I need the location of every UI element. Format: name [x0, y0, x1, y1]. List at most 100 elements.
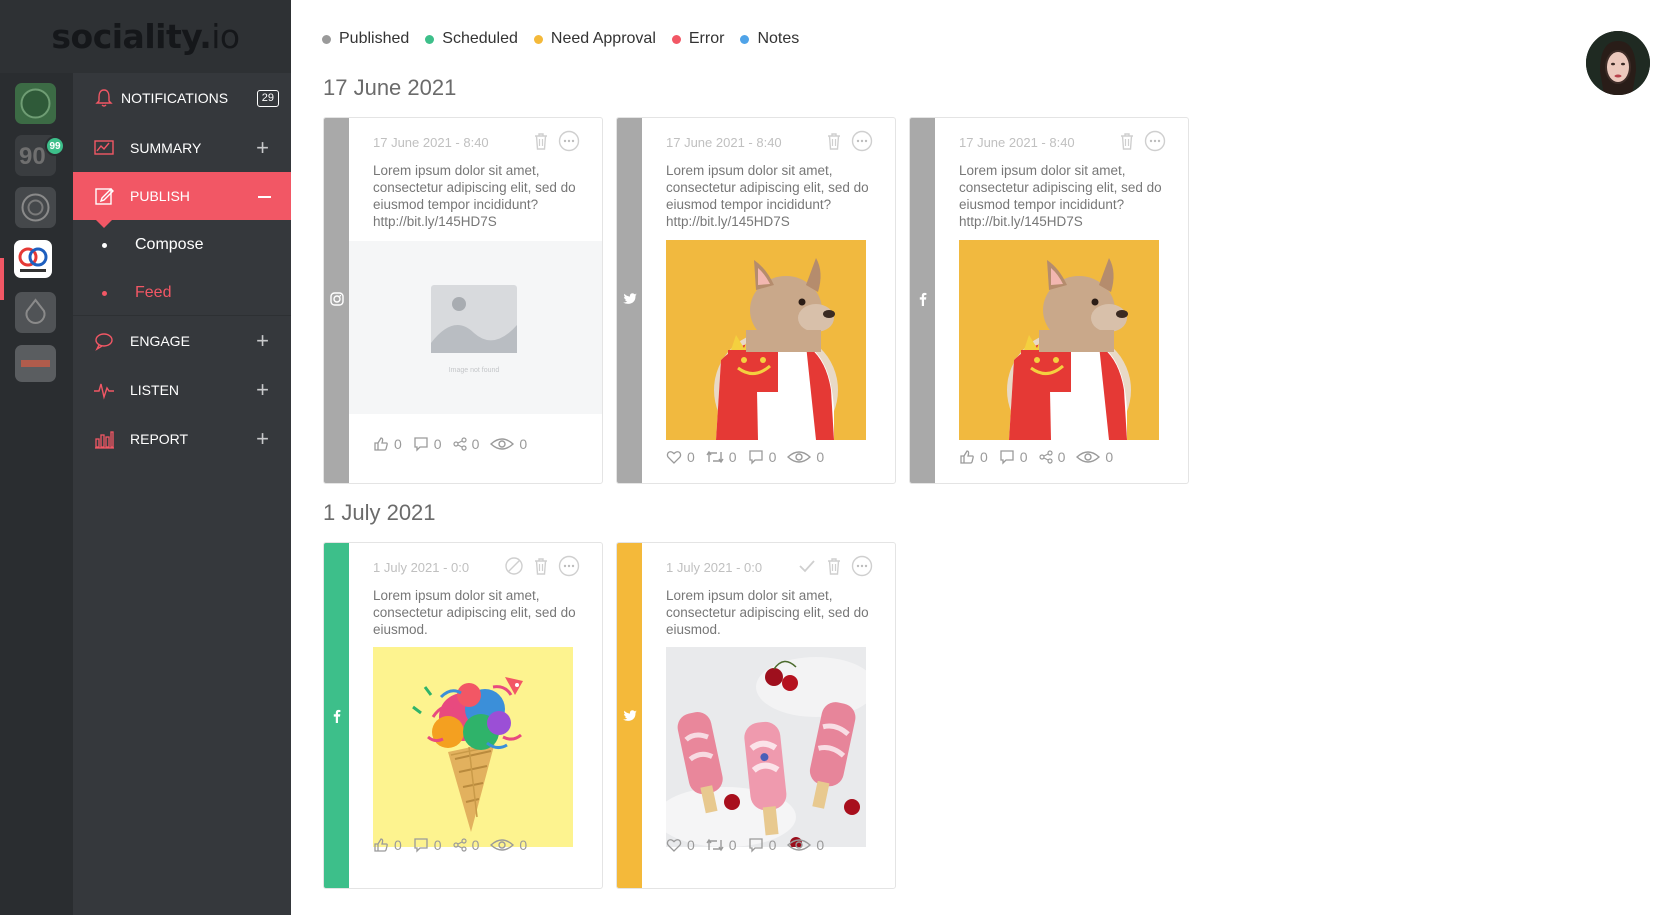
- expand-plus-icon[interactable]: +: [256, 135, 269, 161]
- legend-error[interactable]: Error: [671, 30, 725, 48]
- share-icon: [452, 838, 467, 852]
- comments-count: 0: [768, 837, 777, 853]
- comment-icon: [748, 450, 763, 465]
- trash-icon[interactable]: [825, 131, 843, 151]
- account-avatar-red-logo[interactable]: [15, 345, 56, 382]
- post-actions: [1118, 130, 1166, 152]
- menu-notifications[interactable]: NOTIFICATIONS 29: [73, 73, 291, 123]
- menu-report-label: REPORT: [130, 431, 189, 447]
- retweet-icon: [706, 838, 724, 852]
- cancel-schedule-icon[interactable]: [504, 556, 524, 576]
- bell-icon: [95, 89, 113, 107]
- menu-engage-label: ENGAGE: [130, 332, 190, 349]
- shares-count: 0: [471, 837, 480, 853]
- shares-count: 0: [1057, 449, 1066, 465]
- date-heading: 17 June 2021: [323, 75, 457, 100]
- brand-suffix: io: [211, 17, 240, 56]
- legend-notes[interactable]: Notes: [740, 30, 799, 48]
- menu-listen[interactable]: LISTEN +: [73, 365, 291, 415]
- user-avatar[interactable]: [1586, 31, 1650, 95]
- post-actions: [797, 555, 873, 577]
- post-card[interactable]: 1 July 2021 - 0:0 Lorem ipsum dolor sit …: [616, 542, 896, 889]
- dog-photo: [666, 240, 866, 440]
- comment-icon: [1000, 450, 1014, 465]
- heart-icon: [666, 839, 682, 852]
- menu-engage[interactable]: ENGAGE +: [73, 315, 291, 365]
- legend-scheduled[interactable]: Scheduled: [425, 30, 518, 48]
- collapse-minus-icon[interactable]: [258, 196, 271, 198]
- status-bar: [324, 118, 349, 483]
- submenu-bullet: [102, 290, 107, 296]
- post-text: Lorem ipsum dolor sit amet, consectetur …: [373, 588, 576, 637]
- trash-icon[interactable]: [532, 131, 550, 151]
- account-avatar-go-active[interactable]: [14, 240, 52, 278]
- post-image-confetti-cone[interactable]: [373, 647, 573, 847]
- expand-plus-icon[interactable]: +: [256, 328, 269, 354]
- menu-summary[interactable]: SUMMARY +: [73, 123, 291, 173]
- status-bar: [617, 118, 642, 483]
- bar-chart-icon: [95, 431, 114, 449]
- like-icon: [374, 437, 388, 451]
- legend-published[interactable]: Published: [322, 30, 409, 48]
- post-image-dog[interactable]: [959, 240, 1159, 440]
- legend-dot: [322, 34, 331, 44]
- post-card[interactable]: 17 June 2021 - 8:40 Lorem ipsum dolor si…: [323, 117, 603, 484]
- more-options-icon[interactable]: [1144, 130, 1166, 152]
- confetti-cone-photo: [373, 647, 573, 847]
- submenu-compose[interactable]: Compose: [73, 220, 291, 270]
- like-icon: [960, 450, 974, 464]
- twitter-icon: [623, 710, 637, 721]
- date-heading: 1 July 2021: [323, 500, 436, 525]
- post-actions: [825, 130, 873, 152]
- status-bar: [324, 543, 349, 888]
- post-card[interactable]: 17 June 2021 - 8:40 Lorem ipsum dolor si…: [909, 117, 1189, 484]
- post-text: Lorem ipsum dolor sit amet, consectetur …: [959, 163, 1162, 229]
- svg-text:90: 90: [19, 143, 46, 170]
- comments-count: 0: [1019, 449, 1028, 465]
- comments-count: 0: [768, 449, 777, 465]
- views-count: 0: [816, 837, 825, 853]
- post-image-dog[interactable]: [666, 240, 866, 440]
- post-stats: 0 0 0 0: [373, 837, 527, 853]
- views-eye-icon: [787, 451, 812, 463]
- image-not-found-placeholder: Image not found: [349, 241, 602, 414]
- legend-label: Error: [688, 30, 725, 47]
- post-actions: [532, 130, 580, 152]
- menu-publish[interactable]: PUBLISH: [73, 172, 291, 228]
- post-card[interactable]: 17 June 2021 - 8:40 Lorem ipsum dolor si…: [616, 117, 896, 484]
- submenu-feed[interactable]: Feed: [73, 268, 291, 318]
- menu-report[interactable]: REPORT +: [73, 414, 291, 464]
- more-options-icon[interactable]: [851, 130, 873, 152]
- summary-chart-icon: [94, 140, 114, 155]
- views-count: 0: [519, 436, 528, 452]
- more-options-icon[interactable]: [558, 130, 580, 152]
- trash-icon[interactable]: [1118, 131, 1136, 151]
- account-avatar-circle-logo[interactable]: [15, 187, 56, 228]
- approve-check-icon[interactable]: [797, 556, 817, 576]
- trash-icon[interactable]: [532, 556, 550, 576]
- post-image-popsicles[interactable]: [666, 647, 866, 847]
- trash-icon[interactable]: [825, 556, 843, 576]
- facebook-icon: [919, 292, 927, 306]
- legend-dot: [425, 34, 435, 44]
- share-icon: [1038, 450, 1053, 464]
- post-card[interactable]: 1 July 2021 - 0:0 Lorem ipsum dolor sit …: [323, 542, 603, 889]
- image-placeholder-icon: Image not found: [431, 285, 517, 374]
- post-time: 17 June 2021 - 8:40: [373, 135, 489, 150]
- expand-plus-icon[interactable]: +: [256, 426, 269, 452]
- active-account-marker: [0, 258, 4, 300]
- likes-count: 0: [394, 436, 402, 452]
- more-options-icon[interactable]: [558, 555, 580, 577]
- menu-summary-label: SUMMARY: [130, 140, 202, 156]
- account-avatar-drop-logo[interactable]: [15, 292, 56, 333]
- post-time: 17 June 2021 - 8:40: [959, 135, 1075, 150]
- legend-label: Need Approval: [550, 30, 656, 47]
- status-bar: [910, 118, 935, 483]
- views-eye-icon: [490, 438, 515, 450]
- expand-plus-icon[interactable]: +: [256, 377, 269, 403]
- brand-logo[interactable]: sociality. io: [0, 0, 291, 73]
- more-options-icon[interactable]: [851, 555, 873, 577]
- comment-icon: [414, 437, 428, 452]
- legend-need-approval[interactable]: Need Approval: [533, 30, 656, 48]
- account-avatar-green[interactable]: [15, 83, 56, 124]
